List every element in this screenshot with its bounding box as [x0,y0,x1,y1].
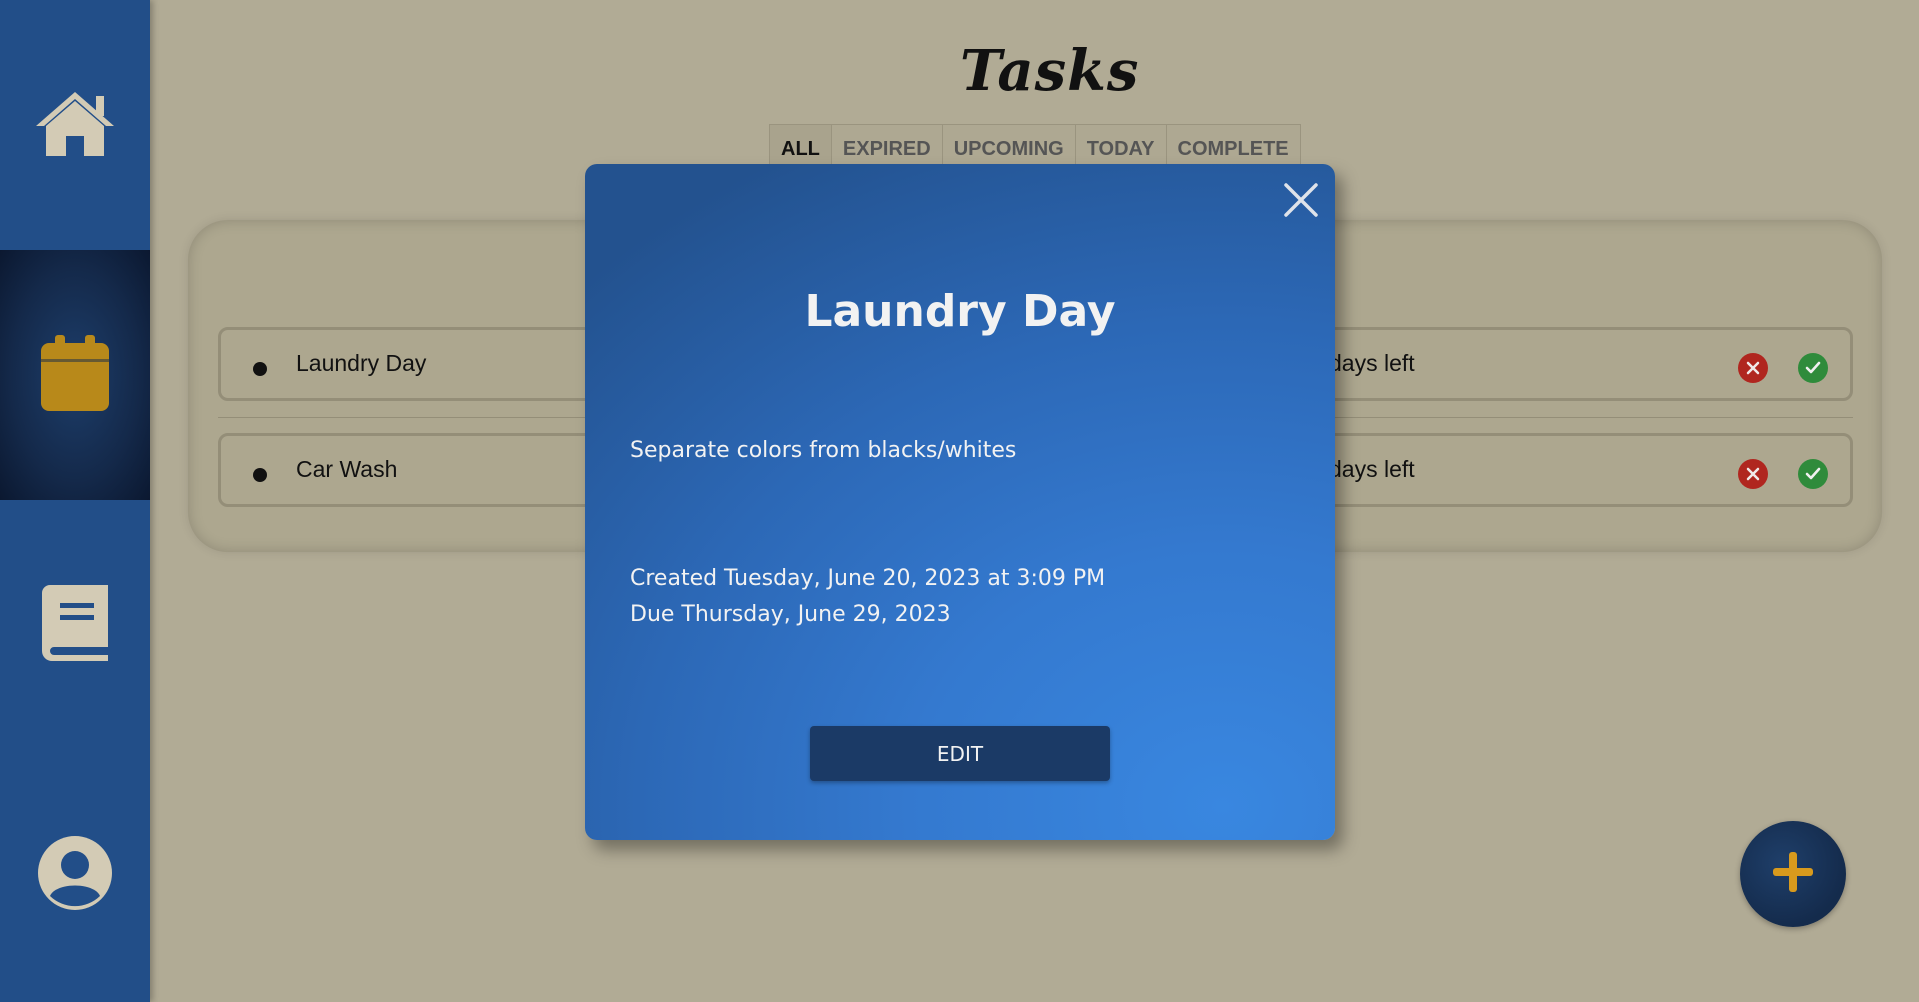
tab-today[interactable]: TODAY [1076,125,1167,169]
tab-expired[interactable]: EXPIRED [832,125,943,169]
close-icon[interactable] [1281,180,1321,220]
check-circle-icon[interactable] [1798,353,1828,383]
page-title: Tasks [960,38,1140,104]
plus-icon [1771,850,1815,898]
task-name: Car Wash [296,456,398,482]
tab-all[interactable]: ALL [770,125,832,169]
task-detail-modal: Laundry Day Separate colors from blacks/… [585,164,1335,840]
bullet-icon [253,362,267,376]
task-name: Laundry Day [296,350,427,376]
sidebar-item-tasks[interactable] [0,250,150,500]
tab-upcoming[interactable]: UPCOMING [943,125,1076,169]
add-task-button[interactable] [1740,821,1846,927]
sidebar-item-journal[interactable] [0,500,150,750]
check-circle-icon[interactable] [1798,459,1828,489]
sidebar [0,0,150,1002]
due-date: Due Thursday, June 29, 2023 [630,602,951,627]
home-icon [32,88,118,162]
sidebar-item-profile[interactable] [0,750,150,1000]
sidebar-item-home[interactable] [0,0,150,250]
days-left: days left [1329,350,1415,376]
days-left: days left [1329,456,1415,482]
task-description: Separate colors from blacks/whites [630,438,1017,463]
filter-tabs: ALL EXPIRED UPCOMING TODAY COMPLETE [769,124,1301,169]
book-icon [42,585,108,665]
edit-button[interactable]: EDIT [810,726,1110,781]
bullet-icon [253,468,267,482]
modal-title: Laundry Day [804,286,1116,337]
close-circle-icon[interactable] [1738,353,1768,383]
user-icon [38,836,112,914]
created-date: Created Tuesday, June 20, 2023 at 3:09 P… [630,566,1106,591]
calendar-icon [41,335,109,415]
close-circle-icon[interactable] [1738,459,1768,489]
tab-complete[interactable]: COMPLETE [1167,125,1300,169]
